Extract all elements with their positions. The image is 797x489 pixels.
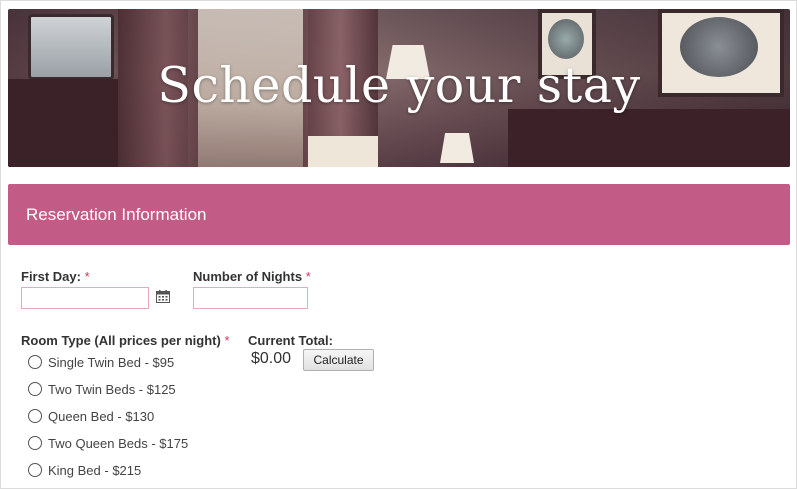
page-title: Schedule your stay: [157, 57, 641, 114]
calculate-button[interactable]: Calculate: [303, 349, 374, 371]
required-mark: *: [305, 269, 311, 284]
required-mark: *: [84, 269, 90, 284]
room-option-king[interactable]: King Bed - $215: [28, 463, 141, 478]
required-mark: *: [224, 333, 230, 348]
room-option-single-twin[interactable]: Single Twin Bed - $95: [28, 355, 174, 370]
nights-input[interactable]: [193, 287, 308, 309]
room-option-two-queen[interactable]: Two Queen Beds - $175: [28, 436, 188, 451]
radio-button[interactable]: [28, 409, 42, 423]
radio-button[interactable]: [28, 436, 42, 450]
room-option-queen[interactable]: Queen Bed - $130: [28, 409, 154, 424]
radio-button[interactable]: [28, 355, 42, 369]
hero-banner: Schedule your stay: [8, 9, 790, 167]
section-title: Reservation Information: [26, 205, 207, 224]
room-option-two-twin[interactable]: Two Twin Beds - $125: [28, 382, 176, 397]
calendar-icon[interactable]: [156, 290, 170, 303]
room-type-label: Room Type (All prices per night) *: [21, 333, 230, 348]
current-total-label: Current Total:: [248, 333, 333, 348]
form-page: Schedule your stay Reservation Informati…: [0, 0, 797, 489]
first-day-input[interactable]: [21, 287, 149, 309]
first-day-label: First Day: *: [21, 269, 90, 284]
radio-button[interactable]: [28, 463, 42, 477]
section-header: Reservation Information: [8, 184, 790, 245]
current-total-value: $0.00: [251, 350, 292, 367]
radio-button[interactable]: [28, 382, 42, 396]
nights-label: Number of Nights *: [193, 269, 311, 284]
